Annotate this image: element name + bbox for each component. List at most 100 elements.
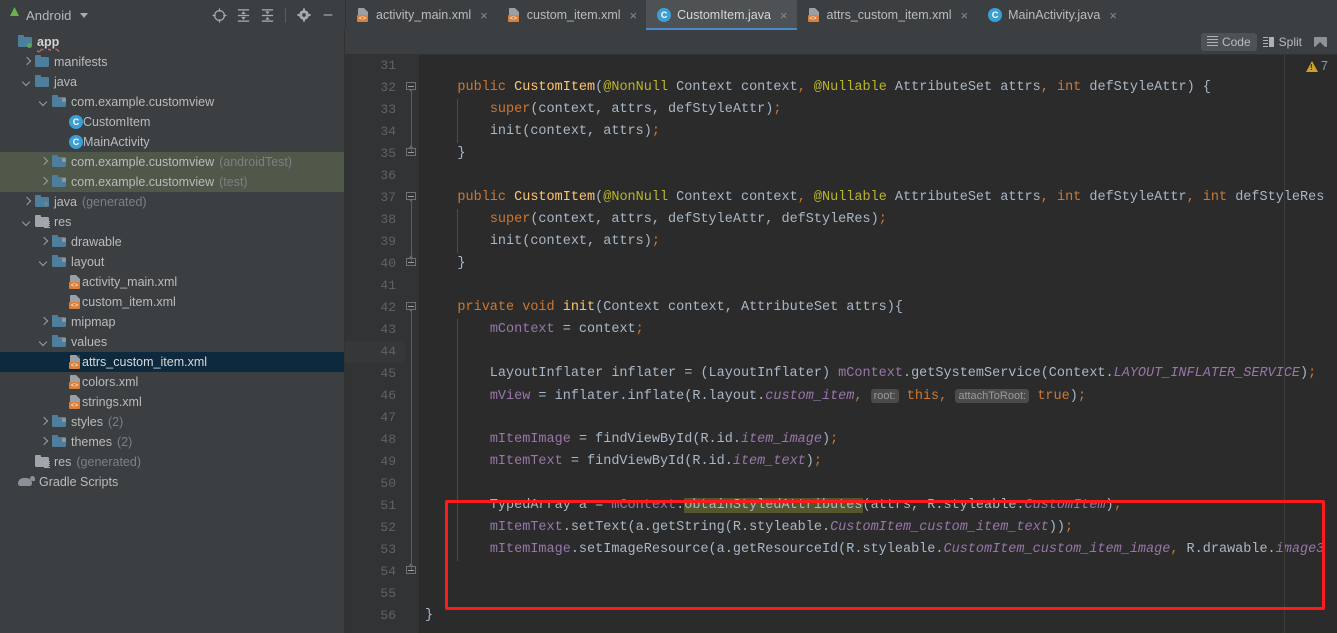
close-tab-icon[interactable]: × — [961, 9, 969, 22]
code-line[interactable] — [419, 165, 1325, 187]
top-bar: Android <> activity_main.xml × <> custom… — [0, 0, 1337, 30]
code-line[interactable]: LayoutInflater inflater = (LayoutInflate… — [419, 363, 1325, 385]
code-folding-gutter[interactable] — [405, 55, 419, 633]
tree-item-styles[interactable]: styles (2) — [0, 412, 344, 432]
code-scroll-area[interactable]: 31 32 33 34 35 36 37 38 39 40 41 42 43 44 45 46 47 48 49 50… — [345, 55, 1337, 633]
tree-item-com-example-customview[interactable]: com.example.customview — [0, 92, 344, 112]
editor-tab-mainactivity-java[interactable]: C MainActivity.java × — [977, 0, 1126, 30]
tree-item-mipmap[interactable]: mipmap — [0, 312, 344, 332]
tree-item-themes[interactable]: themes (2) — [0, 432, 344, 452]
editor-tab-attrs_custom_item-xml[interactable]: <> attrs_custom_item.xml × — [797, 0, 978, 30]
tree-item-com-example-customview[interactable]: com.example.customview (test) — [0, 172, 344, 192]
tree-right-chevron-icon[interactable] — [21, 57, 32, 68]
tree-right-chevron-icon[interactable] — [38, 157, 49, 168]
tree-down-chevron-icon[interactable] — [38, 257, 49, 268]
tree-item-strings-xml[interactable]: <> strings.xml — [0, 392, 344, 412]
code-line[interactable]: init(context, attrs); — [419, 231, 1325, 253]
tree-down-chevron-icon[interactable] — [38, 337, 49, 348]
code-token: CustomItem — [1024, 498, 1106, 513]
code-line[interactable]: mItemImage.setImageResource(a.getResourc… — [419, 539, 1325, 561]
editor-scrollbar[interactable] — [1325, 55, 1337, 633]
code-line[interactable]: mItemImage = findViewById(R.id.item_imag… — [419, 429, 1325, 451]
minimize-icon[interactable] — [317, 4, 339, 26]
code-line[interactable] — [419, 473, 1325, 495]
code-line[interactable]: } — [419, 253, 1325, 275]
close-tab-icon[interactable]: × — [1109, 9, 1117, 22]
locate-target-icon[interactable] — [208, 4, 230, 26]
code-line[interactable]: TypedArray a = mContext.obtainStyledAttr… — [419, 495, 1325, 517]
tree-item-java[interactable]: ✦ java (generated) — [0, 192, 344, 212]
code-token: (attrs, R.styleable. — [862, 498, 1025, 513]
code-line[interactable]: mContext = context; — [419, 319, 1325, 341]
line-number: 35 — [380, 146, 396, 161]
code-line[interactable] — [419, 275, 1325, 297]
code-line[interactable]: super(context, attrs, defStyleAttr, defS… — [419, 209, 1325, 231]
tree-item-label: themes — [71, 434, 112, 449]
tree-down-chevron-icon[interactable] — [38, 97, 49, 108]
inspection-status-badge[interactable]: 7 — [1306, 59, 1328, 73]
tree-item-customitem[interactable]: C CustomItem — [0, 112, 344, 132]
code-view-button[interactable]: Code — [1200, 33, 1257, 51]
code-line[interactable] — [419, 55, 1325, 77]
code-line[interactable]: init(context, attrs); — [419, 121, 1325, 143]
editor-tab-activity_main-xml[interactable]: <> activity_main.xml × — [346, 0, 497, 30]
tree-item-app[interactable]: app — [0, 32, 344, 52]
tree-item-attrs_custom_item-xml[interactable]: <> attrs_custom_item.xml — [0, 352, 344, 372]
tree-right-chevron-icon[interactable] — [21, 197, 32, 208]
tree-item-gradle-scripts[interactable]: Gradle Scripts — [0, 472, 344, 492]
editor-tab-customitem-java[interactable]: C CustomItem.java × — [646, 0, 797, 30]
design-view-button[interactable] — [1308, 35, 1333, 49]
code-line[interactable]: } — [419, 143, 1325, 165]
code-line[interactable]: private void init(Context context, Attri… — [419, 297, 1325, 319]
close-tab-icon[interactable]: × — [780, 9, 788, 22]
code-line[interactable]: super(context, attrs, defStyleAttr); — [419, 99, 1325, 121]
code-line[interactable]: mItemText.setText(a.getString(R.styleabl… — [419, 517, 1325, 539]
tree-item-mainactivity[interactable]: C MainActivity — [0, 132, 344, 152]
expand-all-icon[interactable] — [232, 4, 254, 26]
tree-down-chevron-icon[interactable] — [21, 77, 32, 88]
tree-item-layout[interactable]: layout — [0, 252, 344, 272]
tree-right-chevron-icon[interactable] — [38, 417, 49, 428]
code-line[interactable] — [419, 583, 1325, 605]
settings-gear-icon[interactable] — [293, 4, 315, 26]
close-tab-icon[interactable]: × — [480, 9, 488, 22]
code-line[interactable]: public CustomItem(@NonNull Context conte… — [419, 187, 1325, 209]
source-code-text[interactable]: public CustomItem(@NonNull Context conte… — [419, 55, 1325, 633]
code-line[interactable]: } — [419, 605, 1325, 627]
code-line[interactable]: mItemText = findViewById(R.id.item_text)… — [419, 451, 1325, 473]
editor-view-toolbar: Code Split — [345, 30, 1337, 55]
project-tree[interactable]: app manifests java com.example.customview C C… — [0, 30, 345, 633]
tree-right-chevron-icon[interactable] — [38, 437, 49, 448]
tree-right-chevron-icon[interactable] — [38, 237, 49, 248]
code-token: mView — [489, 389, 539, 404]
tree-item-colors-xml[interactable]: <> colors.xml — [0, 372, 344, 392]
line-number: 43 — [380, 322, 396, 337]
chevron-down-icon[interactable] — [79, 12, 88, 18]
tree-item-manifests[interactable]: manifests — [0, 52, 344, 72]
line-number: 32 — [380, 80, 396, 95]
tree-right-chevron-icon[interactable] — [38, 177, 49, 188]
code-line[interactable]: public CustomItem(@NonNull Context conte… — [419, 77, 1325, 99]
package-folder-icon — [52, 315, 66, 328]
xml-file-icon: <> — [69, 295, 82, 309]
tree-item-activity_main-xml[interactable]: <> activity_main.xml — [0, 272, 344, 292]
close-tab-icon[interactable]: × — [630, 9, 638, 22]
tree-item-java[interactable]: java — [0, 72, 344, 92]
split-view-button[interactable]: Split — [1257, 33, 1308, 51]
code-line[interactable] — [419, 561, 1325, 583]
tree-item-custom_item-xml[interactable]: <> custom_item.xml — [0, 292, 344, 312]
line-number-gutter: 31 32 33 34 35 36 37 38 39 40 41 42 43 44 45 46 47 48 49 50… — [345, 55, 405, 633]
code-line[interactable] — [419, 341, 1325, 363]
code-line[interactable] — [419, 407, 1325, 429]
editor-tab-custom_item-xml[interactable]: <> custom_item.xml × — [497, 0, 646, 30]
tree-item-values[interactable]: values — [0, 332, 344, 352]
tree-item-res[interactable]: res — [0, 212, 344, 232]
tree-right-chevron-icon[interactable] — [38, 317, 49, 328]
tree-down-chevron-icon[interactable] — [21, 217, 32, 228]
tree-item-com-example-customview[interactable]: com.example.customview (androidTest) — [0, 152, 344, 172]
tree-item-drawable[interactable]: drawable — [0, 232, 344, 252]
collapse-all-icon[interactable] — [256, 4, 278, 26]
tree-item-res[interactable]: res (generated) — [0, 452, 344, 472]
code-line[interactable]: mView = inflater.inflate(R.layout.custom… — [419, 385, 1325, 407]
